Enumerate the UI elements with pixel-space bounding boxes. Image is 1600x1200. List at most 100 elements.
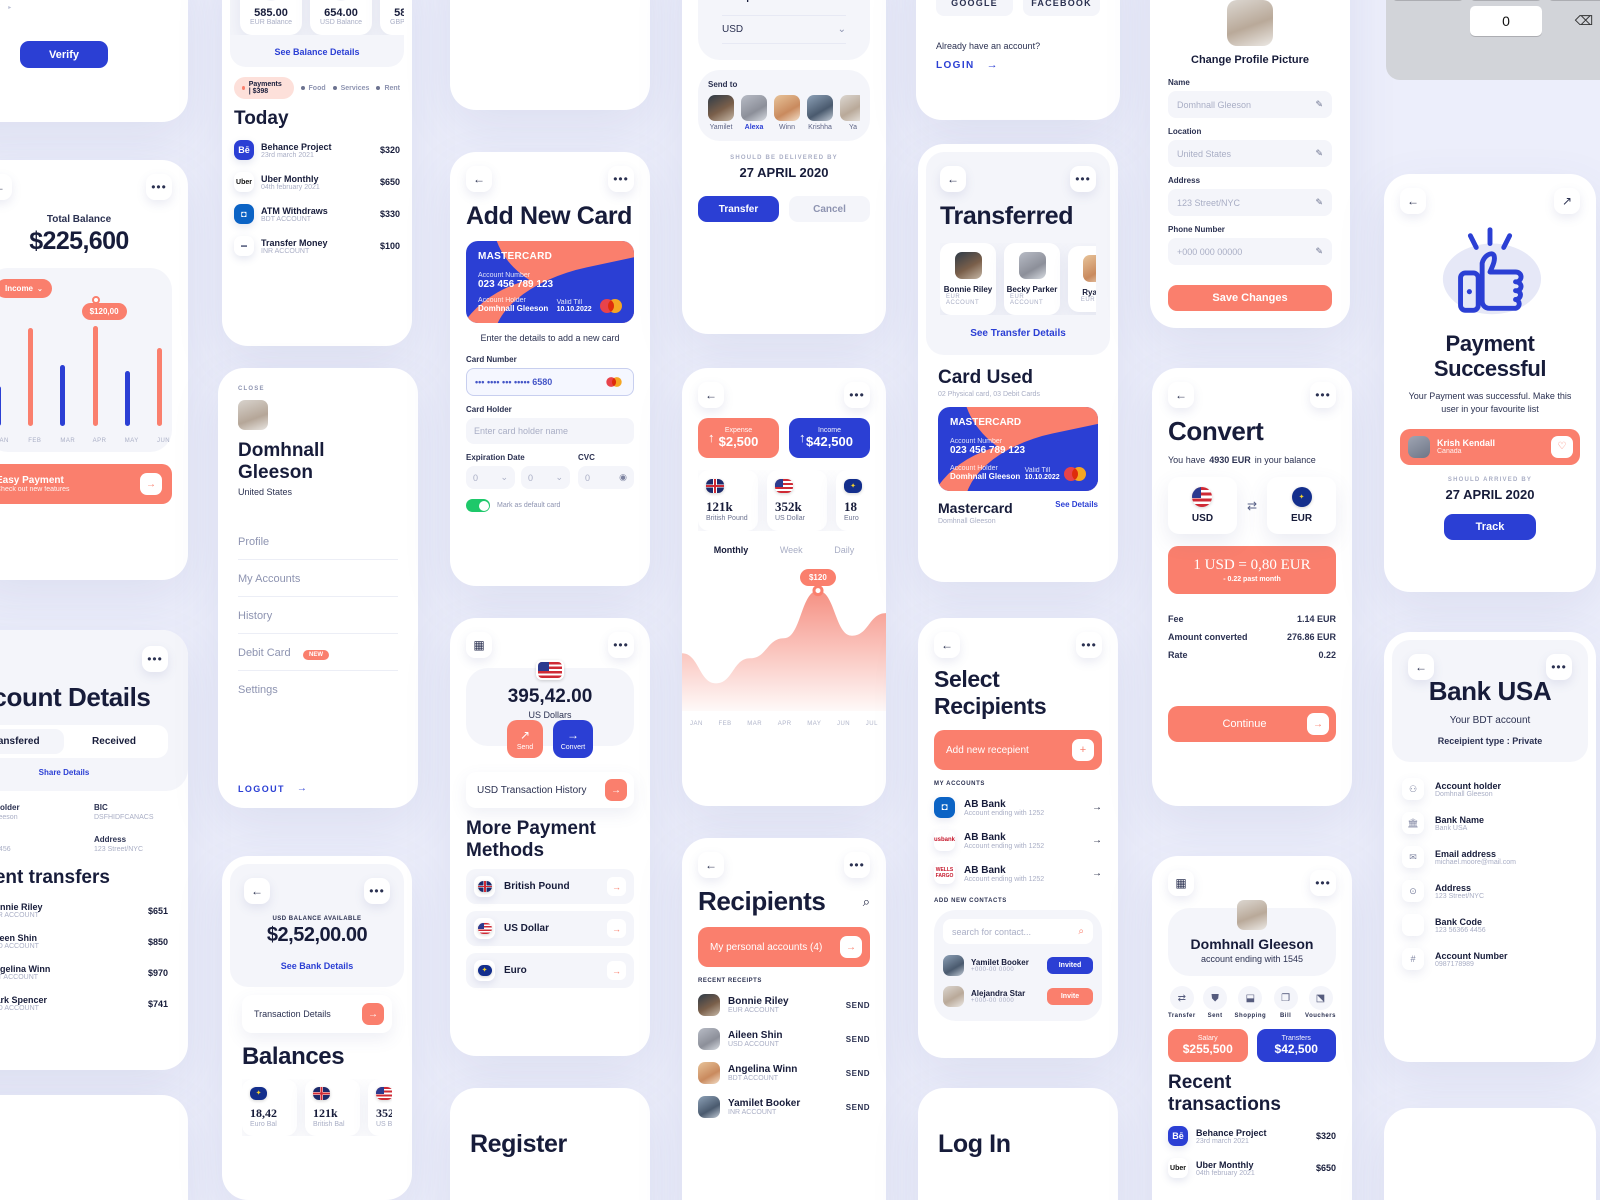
filter-chip[interactable]: Food bbox=[300, 81, 326, 96]
contact-search-input[interactable]: search for contact... ⌕ bbox=[943, 919, 1093, 944]
back-button[interactable]: ← bbox=[0, 174, 12, 200]
recipient-row[interactable]: Bonnie Riley EUR ACCOUNT SEND bbox=[698, 988, 870, 1022]
transaction-row[interactable]: Uber Uber Monthly 04th february 2021 $65… bbox=[1168, 1152, 1336, 1184]
invite-button[interactable]: Invited bbox=[1047, 957, 1093, 974]
quick-action-vouchers[interactable]: ⬔ Vouchers bbox=[1305, 986, 1336, 1019]
edit-icon[interactable]: ✎ bbox=[1315, 148, 1323, 159]
tab-transfered[interactable]: Transfered bbox=[0, 729, 64, 754]
cvc-input[interactable]: 0 ◉ bbox=[578, 466, 634, 489]
heart-icon[interactable]: ♡ bbox=[1551, 435, 1573, 458]
back-button[interactable]: ← bbox=[1400, 188, 1426, 214]
default-card-toggle[interactable] bbox=[466, 499, 490, 512]
profile-field-input[interactable]: +000 000 00000 ✎ bbox=[1168, 238, 1332, 265]
back-button[interactable]: ← bbox=[244, 878, 270, 904]
balance-card-strip[interactable]: € 585.00 EUR Balance $ 654.00 USD Balanc… bbox=[230, 0, 404, 35]
quick-action-bill[interactable]: ❐ Bill bbox=[1273, 986, 1298, 1019]
bank-account-row[interactable]: usbank AB Bank Account ending with 1252 … bbox=[934, 824, 1102, 857]
transfer-row[interactable]: Mark Spencer USD ACCOUNT $741 bbox=[0, 988, 168, 1019]
edit-icon[interactable]: ✎ bbox=[1315, 197, 1323, 208]
save-changes-button[interactable]: Save Changes bbox=[1168, 285, 1332, 311]
login-link[interactable]: LOGIN → bbox=[936, 59, 1100, 71]
chart-tab-daily[interactable]: Daily bbox=[834, 545, 854, 555]
quick-action-row[interactable]: ⇄ Transfer ⛊ Sent ⬓ Shopping ❐ Bill ⬔ Vo… bbox=[1168, 986, 1336, 1019]
category-filter-row[interactable]: Payments | $398 Food Services Rent bbox=[234, 77, 400, 99]
more-options-button[interactable]: ••• bbox=[1076, 632, 1102, 658]
back-button[interactable]: ← bbox=[698, 382, 724, 408]
more-options-button[interactable]: ••• bbox=[142, 646, 168, 672]
bank-account-row[interactable]: ◘ AB Bank Account ending with 1252 → bbox=[934, 791, 1102, 824]
balance-card[interactable]: € 585.00 EUR Balance bbox=[240, 0, 302, 35]
arrow-right-icon[interactable]: → bbox=[1092, 835, 1102, 846]
verify-button[interactable]: Verify bbox=[20, 41, 108, 68]
quick-action-sent[interactable]: ⛊ Sent bbox=[1203, 986, 1228, 1019]
more-options-button[interactable]: ••• bbox=[608, 632, 634, 658]
see-transfer-details-link[interactable]: See Transfer Details bbox=[940, 328, 1096, 339]
grid-menu-button[interactable]: ▦ bbox=[466, 632, 492, 658]
convert-button[interactable]: → Convert bbox=[553, 720, 593, 758]
filter-chip[interactable]: Services bbox=[332, 81, 369, 96]
expiration-month-select[interactable]: 0 ⌄ bbox=[466, 466, 515, 489]
continue-button[interactable]: Continue → bbox=[1168, 706, 1336, 742]
balance-currency-card[interactable]: ✦ 18,42 Euro Bal bbox=[242, 1079, 297, 1136]
currency-stat-card[interactable]: 121k British Pound bbox=[698, 470, 758, 531]
keypad-key-0[interactable]: 0 bbox=[1470, 6, 1542, 36]
tab-received[interactable]: Received bbox=[64, 729, 164, 754]
keypad-backspace[interactable]: ⌫ bbox=[1548, 6, 1600, 36]
transferred-person-card[interactable]: Bonnie Riley EUR ACCOUNT bbox=[940, 243, 996, 315]
share-details-link[interactable]: Share Details bbox=[0, 768, 168, 777]
add-recipient-button[interactable]: Add new recepient + bbox=[934, 730, 1102, 770]
contact-row[interactable]: Alejandra Star +000-00 0000 Invite bbox=[943, 981, 1093, 1012]
more-options-button[interactable]: ••• bbox=[1070, 166, 1096, 192]
income-dropdown[interactable]: Income ⌄ bbox=[0, 279, 52, 298]
personal-accounts-button[interactable]: My personal accounts (4) → bbox=[698, 927, 870, 967]
facebook-login-button[interactable]: FACEBOOK bbox=[1023, 0, 1100, 16]
more-options-button[interactable]: ••• bbox=[146, 174, 172, 200]
send-button[interactable]: ↗ Send bbox=[507, 720, 543, 758]
cancel-button[interactable]: Cancel bbox=[789, 196, 870, 222]
chart-range-tabs[interactable]: Monthly Week Daily bbox=[698, 545, 870, 555]
favourite-person-row[interactable]: Krish Kendall Canada ♡ bbox=[1400, 428, 1580, 465]
transfer-row[interactable]: Aileen Shin USD ACCOUNT $850 bbox=[0, 926, 168, 957]
quick-action-shopping[interactable]: ⬓ Shopping bbox=[1235, 986, 1267, 1019]
edit-icon[interactable]: ✎ bbox=[1315, 99, 1323, 110]
card-holder-input[interactable]: Enter card holder name bbox=[466, 418, 634, 444]
google-login-button[interactable]: GOOGLE bbox=[936, 0, 1013, 16]
filter-chip[interactable]: Rent bbox=[376, 81, 400, 96]
profile-field-input[interactable]: Domhnall Gleeson ✎ bbox=[1168, 91, 1332, 118]
back-button[interactable]: ← bbox=[1168, 382, 1194, 408]
see-bank-details-link[interactable]: See Bank Details bbox=[244, 961, 390, 971]
see-card-details-link[interactable]: See Details bbox=[1055, 500, 1098, 509]
currency-stat-card[interactable]: 352k US Dollar bbox=[767, 470, 827, 531]
arrow-right-icon[interactable]: → bbox=[140, 473, 162, 495]
menu-item-my accounts[interactable]: My Accounts bbox=[238, 560, 398, 597]
easy-payment-cta[interactable]: Easy Payment Check out new features → bbox=[0, 464, 172, 504]
arrow-right-icon[interactable]: → bbox=[1092, 802, 1102, 813]
chart-tab-week[interactable]: Week bbox=[780, 545, 803, 555]
recipient-row[interactable]: Aileen Shin USD ACCOUNT SEND bbox=[698, 1022, 870, 1056]
bank-account-row[interactable]: WELLS FARGO AB Bank Account ending with … bbox=[934, 857, 1102, 890]
see-balance-details-link[interactable]: See Balance Details bbox=[230, 47, 404, 57]
menu-item-history[interactable]: History bbox=[238, 597, 398, 634]
balance-card[interactable]: $ 654.00 USD Balance bbox=[310, 0, 372, 35]
arrow-right-icon[interactable]: → bbox=[1307, 713, 1329, 735]
transferred-person-card[interactable]: Becky Parker EUR ACCOUNT bbox=[1004, 243, 1060, 315]
numeric-keypad[interactable]: 4 GHI 5 JKL 6 MNO 7 PQRS 8 TUV 9 WXYZ 0 … bbox=[1386, 0, 1600, 80]
transfer-button[interactable]: Transfer bbox=[698, 196, 779, 222]
menu-item-debit card[interactable]: Debit Card NEW bbox=[238, 634, 398, 671]
arrow-right-icon[interactable]: → bbox=[1092, 868, 1102, 879]
back-button[interactable]: ← bbox=[698, 852, 724, 878]
search-icon[interactable]: ⌕ bbox=[863, 894, 870, 910]
grid-menu-button[interactable]: ▦ bbox=[1168, 870, 1194, 896]
close-menu-button[interactable]: CLOSE bbox=[238, 386, 398, 392]
chart-tab-monthly[interactable]: Monthly bbox=[714, 545, 749, 555]
track-button[interactable]: Track bbox=[1444, 513, 1536, 540]
swap-icon[interactable]: ⇄ bbox=[1247, 499, 1257, 513]
card-number-input[interactable]: ••• •••• ••• ••••• 6580 bbox=[466, 368, 634, 396]
profile-field-input[interactable]: United States ✎ bbox=[1168, 140, 1332, 167]
logout-button[interactable]: LOGOUT → bbox=[238, 783, 398, 808]
currency-stat-card[interactable]: ✦ 18 Euro bbox=[836, 470, 870, 531]
more-options-button[interactable]: ••• bbox=[1310, 382, 1336, 408]
recipient-avatar[interactable]: Winn bbox=[774, 95, 800, 131]
currency-select[interactable]: USD ⌄ bbox=[722, 24, 846, 35]
transaction-details-row[interactable]: Transaction Details → bbox=[242, 995, 392, 1033]
